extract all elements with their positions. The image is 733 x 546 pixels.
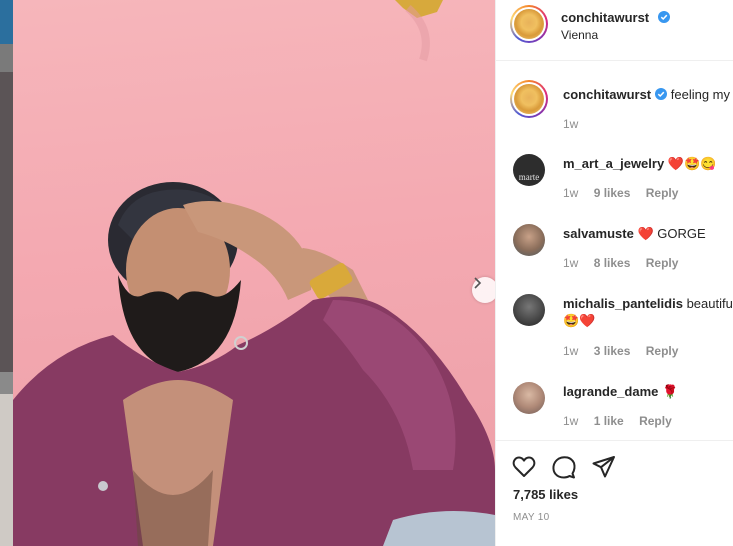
comment-username[interactable]: m_art_a_jewelry <box>563 156 664 171</box>
reply-button[interactable]: Reply <box>646 344 679 358</box>
reply-button[interactable]: Reply <box>646 186 679 200</box>
verified-badge-icon <box>655 88 668 100</box>
post-location[interactable]: Vienna <box>561 28 598 42</box>
next-photo-button[interactable] <box>472 277 495 303</box>
avatar-logo-text: marte <box>518 172 540 182</box>
previous-post-edge <box>0 0 13 546</box>
reply-button[interactable]: Reply <box>639 414 672 428</box>
caption-avatar[interactable] <box>510 80 548 118</box>
comment-meta: 1w 1 like Reply <box>563 414 684 428</box>
caption-username[interactable]: conchitawurst <box>563 87 651 102</box>
caption-time[interactable]: 1w <box>563 117 578 131</box>
comment-text: beautifu <box>686 296 733 311</box>
comment-time[interactable]: 1w <box>563 186 578 200</box>
comment-username[interactable]: salvamuste <box>563 226 634 241</box>
comment-text: 🌹 <box>662 384 679 399</box>
comment-likes[interactable]: 9 likes <box>594 186 631 200</box>
comment-text-row: lagrande_dame 🌹 <box>563 384 678 400</box>
comment-text-row: michalis_pantelidis beautifu <box>563 296 733 311</box>
caption-meta: 1w <box>563 117 590 131</box>
commenter-avatar[interactable] <box>513 382 545 414</box>
commenter-avatar[interactable] <box>513 224 545 256</box>
comment-text-row: salvamuste ❤️ GORGE <box>563 226 706 242</box>
post-photo-illustration <box>13 0 495 546</box>
commenter-avatar[interactable]: marte <box>513 154 545 186</box>
commenter-avatar[interactable] <box>513 294 545 326</box>
comment-meta: 1w 9 likes Reply <box>563 186 690 200</box>
comment-username[interactable]: michalis_pantelidis <box>563 296 683 311</box>
comment-text-continued: 🤩❤️ <box>563 313 596 328</box>
post-photo[interactable] <box>13 0 495 546</box>
author-username[interactable]: conchitawurst <box>561 10 649 25</box>
comment-icon[interactable] <box>551 454 577 480</box>
comment-text-row: m_art_a_jewelry ❤️🤩😋 <box>563 156 716 172</box>
post-header: conchitawurst Vienna <box>496 0 733 61</box>
post-details-panel: conchitawurst Vienna conchitawurst feeli… <box>495 0 733 546</box>
post-date[interactable]: MAY 10 <box>513 512 549 523</box>
comment-likes[interactable]: 8 likes <box>594 256 631 270</box>
comment-text: ❤️ GORGE <box>637 226 706 241</box>
post-likes-count[interactable]: 7,785 likes <box>513 487 578 502</box>
comment-likes[interactable]: 1 like <box>594 414 624 428</box>
comment-meta: 1w 3 likes Reply <box>563 344 690 358</box>
comment-meta: 1w 8 likes Reply <box>563 256 690 270</box>
caption-text: feeling my <box>670 87 730 102</box>
chevron-right-icon <box>474 277 482 289</box>
comment-time[interactable]: 1w <box>563 256 578 270</box>
reply-button[interactable]: Reply <box>646 256 679 270</box>
heart-icon[interactable] <box>511 454 537 480</box>
caption-text-row: conchitawurst feeling my <box>563 87 730 102</box>
comment-likes[interactable]: 3 likes <box>594 344 631 358</box>
comment-time[interactable]: 1w <box>563 344 578 358</box>
verified-badge-icon <box>657 11 670 23</box>
comments-list: conchitawurst feeling my 1w marte m_art_… <box>496 62 733 440</box>
comment-time[interactable]: 1w <box>563 414 578 428</box>
comment-username[interactable]: lagrande_dame <box>563 384 658 399</box>
share-icon[interactable] <box>591 454 617 480</box>
comment-text: ❤️🤩😋 <box>667 156 717 171</box>
author-avatar[interactable] <box>510 5 548 43</box>
